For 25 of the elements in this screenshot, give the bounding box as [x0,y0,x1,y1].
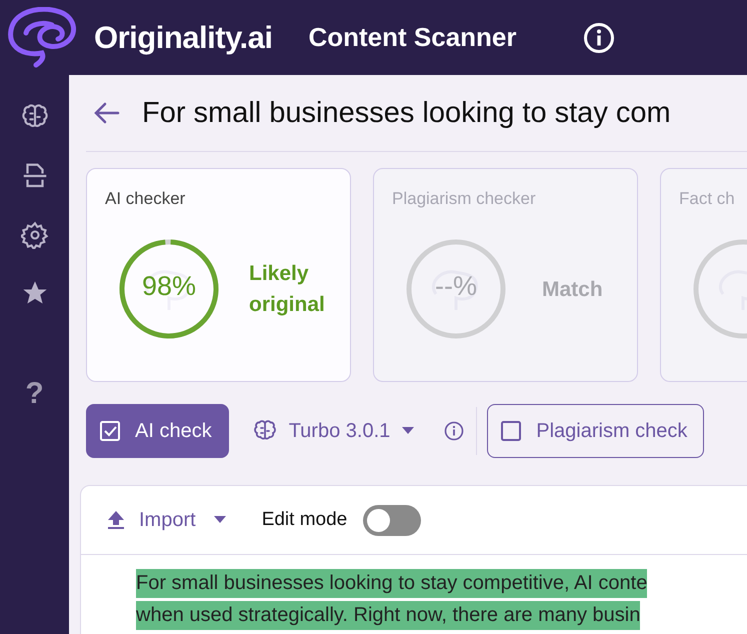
card-title: Fact ch [679,189,736,209]
score-value: 98% [140,271,198,302]
back-arrow-icon[interactable] [94,102,120,124]
caret-icon[interactable] [402,427,414,435]
settings-icon[interactable] [20,221,48,249]
app-title: Content Scanner [308,22,517,53]
caret-icon[interactable] [214,516,226,524]
card-title: Plagiarism checker [392,189,537,209]
edit-mode-toggle[interactable] [363,504,422,536]
card-title: AI checker [105,189,186,209]
verdict-text: Match [542,276,604,302]
logo-text: Originality.ai [94,20,272,56]
edit-mode-label: Edit mode [262,509,348,531]
verdict-text: Likely original [249,261,326,318]
page-title: For small businesses looking to stay com [142,96,671,130]
ai-check-button[interactable]: AI check [86,404,229,458]
plagiarism-check-button[interactable]: Plagiarism check [487,404,704,458]
help-icon[interactable]: ? [25,377,44,411]
import-dropdown[interactable]: Import [139,508,196,532]
model-dropdown[interactable]: Turbo 3.0.1 [288,420,390,442]
checkbox-icon [500,420,522,442]
upload-icon[interactable] [107,510,125,530]
checker-card[interactable]: AI checker 98% Likely original [86,168,351,382]
score-value: --% [434,271,478,302]
checked-checkbox-icon [99,420,121,442]
